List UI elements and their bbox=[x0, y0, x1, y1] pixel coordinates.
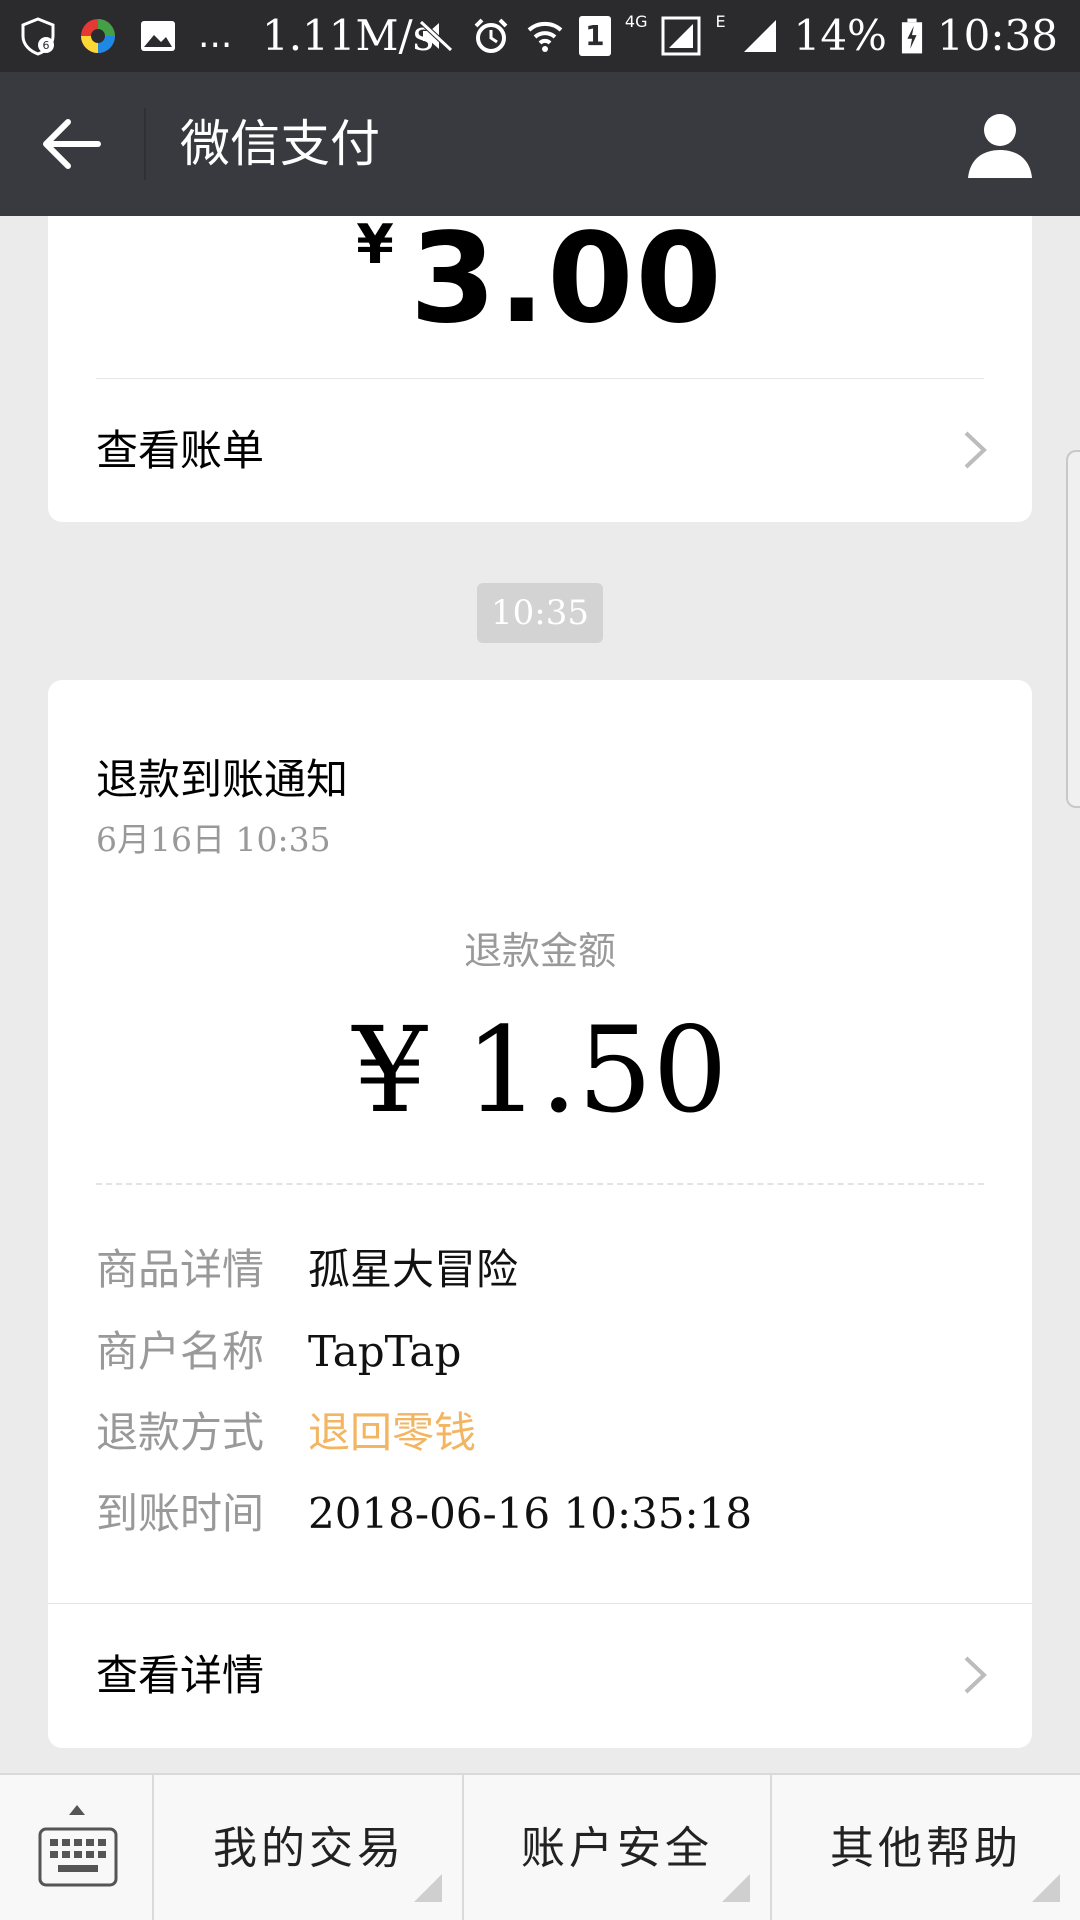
refund-amount: ¥ 1.50 bbox=[352, 1001, 728, 1139]
svg-text:6: 6 bbox=[43, 39, 50, 52]
refund-notice-card: 退款到账通知 6月16日 10:35 退款金额 ¥ 1.50 商品详情 孤星大冒… bbox=[48, 680, 1032, 1748]
submenu-indicator-icon bbox=[1032, 1874, 1060, 1902]
detail-key: 商品详情 bbox=[96, 1245, 265, 1294]
notice-title: 退款到账通知 bbox=[96, 755, 349, 804]
detail-row-product: 商品详情 孤星大冒险 bbox=[96, 1240, 984, 1300]
detail-value: TapTap bbox=[308, 1327, 462, 1376]
mute-icon bbox=[419, 20, 453, 52]
signal-e-icon bbox=[743, 20, 776, 52]
chevron-right-icon bbox=[964, 431, 987, 469]
menu-label: 其他帮助 bbox=[830, 1823, 1022, 1874]
sim-icon: 1 bbox=[578, 16, 611, 56]
app-header: 微信支付 bbox=[0, 72, 1080, 216]
chevron-right-icon bbox=[964, 1656, 987, 1694]
edge-swipe-handle[interactable] bbox=[1066, 450, 1080, 808]
keyboard-toggle-button[interactable] bbox=[0, 1775, 154, 1920]
previous-amount: ¥3.00 bbox=[48, 216, 1032, 354]
more-notifications-indicator: ... bbox=[198, 15, 233, 56]
menu-label: 我的交易 bbox=[213, 1823, 405, 1874]
currency-symbol: ¥ bbox=[356, 216, 396, 276]
view-details-label: 查看详情 bbox=[96, 1651, 265, 1700]
app-logo-icon bbox=[81, 19, 115, 53]
notice-date: 6月16日 10:35 bbox=[96, 820, 331, 859]
previous-payment-card: ¥3.00 查看账单 bbox=[48, 216, 1032, 522]
header-divider bbox=[144, 108, 146, 180]
detail-value: 退回零钱 bbox=[308, 1408, 477, 1457]
status-left-icons: 6 ... bbox=[18, 12, 232, 60]
view-bill-link[interactable]: 查看账单 bbox=[48, 379, 1032, 522]
submenu-indicator-icon bbox=[414, 1874, 442, 1902]
gallery-icon bbox=[141, 21, 175, 51]
view-bill-label: 查看账单 bbox=[96, 426, 265, 475]
caret-up-icon bbox=[69, 1805, 85, 1815]
page-title: 微信支付 bbox=[180, 115, 380, 173]
alarm-icon bbox=[474, 18, 508, 53]
network-type-e: E bbox=[715, 12, 726, 31]
detail-key: 到账时间 bbox=[96, 1489, 265, 1538]
menu-other-help[interactable]: 其他帮助 bbox=[772, 1775, 1080, 1920]
menu-label: 账户安全 bbox=[521, 1823, 713, 1874]
wifi-icon bbox=[527, 21, 563, 52]
menu-my-transactions[interactable]: 我的交易 bbox=[156, 1775, 464, 1920]
network-speed: 1.11M/s bbox=[262, 11, 435, 60]
message-timestamp: 10:35 bbox=[477, 583, 603, 643]
battery-level: 14% bbox=[793, 11, 887, 60]
detail-row-refund-method: 退款方式 退回零钱 bbox=[96, 1403, 984, 1463]
arrow-left-icon[interactable] bbox=[34, 110, 110, 178]
clock: 10:38 bbox=[936, 11, 1058, 60]
detail-row-merchant: 商户名称 TapTap bbox=[96, 1322, 984, 1382]
detail-value: 2018-06-16 10:35:18 bbox=[308, 1489, 753, 1538]
submenu-indicator-icon bbox=[722, 1874, 750, 1902]
network-type-4g: 4G bbox=[624, 12, 648, 31]
view-details-link[interactable]: 查看详情 bbox=[48, 1604, 1032, 1748]
battery-charging-icon bbox=[901, 18, 923, 54]
shield-notification-icon: 6 bbox=[21, 17, 55, 56]
detail-row-arrival-time: 到账时间 2018-06-16 10:35:18 bbox=[96, 1484, 984, 1544]
menu-account-security[interactable]: 账户安全 bbox=[464, 1775, 772, 1920]
bottom-menu: 我的交易 账户安全 其他帮助 bbox=[0, 1773, 1080, 1920]
keyboard-icon bbox=[38, 1827, 118, 1887]
person-icon[interactable] bbox=[964, 108, 1036, 180]
detail-key: 退款方式 bbox=[96, 1408, 265, 1457]
refund-amount-label: 退款金额 bbox=[463, 929, 616, 973]
status-bar: 6 ... 1.11M/s 1 4G E 14% 10:38 bbox=[0, 0, 1080, 72]
dashed-divider bbox=[96, 1183, 984, 1185]
signal-4g-icon bbox=[661, 16, 701, 56]
detail-value: 孤星大冒险 bbox=[308, 1245, 519, 1294]
detail-key: 商户名称 bbox=[96, 1327, 265, 1376]
previous-amount-value: 3.00 bbox=[409, 216, 724, 351]
status-right-icons: 1 4G E 14% 10:38 bbox=[417, 12, 1058, 60]
